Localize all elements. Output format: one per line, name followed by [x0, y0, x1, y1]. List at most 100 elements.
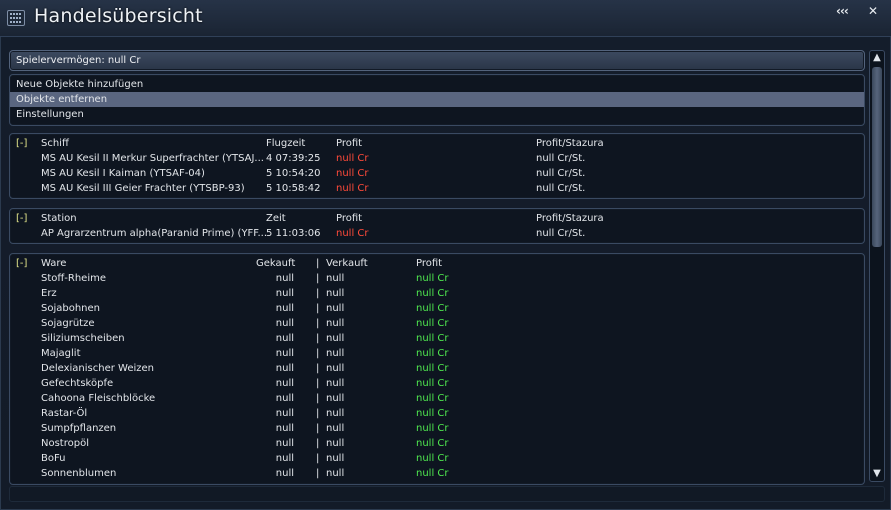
close-icon[interactable]: ✕	[868, 4, 878, 18]
table-row[interactable]: Erz null | null null Cr	[10, 286, 864, 301]
column-header-bought[interactable]: Gekauft	[256, 258, 295, 269]
table-row[interactable]: Stoff-Rheime null | null null Cr	[10, 271, 864, 286]
column-header-ship[interactable]: Schiff	[41, 138, 69, 149]
column-separator: |	[316, 423, 320, 434]
ship-flight-time: 5 10:58:42	[266, 183, 321, 194]
ware-sold: null	[326, 348, 345, 359]
stations-collapse-toggle[interactable]: [-]	[16, 213, 27, 224]
ware-profit: null Cr	[416, 273, 449, 284]
scroll-up-icon[interactable]: ▲	[870, 51, 884, 65]
table-row[interactable]: MS AU Kesil II Merkur Superfrachter (YTS…	[10, 151, 864, 166]
ship-profit-rate: null Cr/St.	[536, 183, 586, 194]
ware-bought: null	[275, 273, 294, 284]
footer-bar	[9, 486, 885, 502]
ware-profit: null Cr	[416, 438, 449, 449]
column-header-time[interactable]: Zeit	[266, 213, 286, 224]
ships-collapse-toggle[interactable]: [-]	[16, 138, 27, 149]
table-row[interactable]: Sojagrütze null | null null Cr	[10, 316, 864, 331]
ware-bought: null	[275, 453, 294, 464]
table-row[interactable]: MS AU Kesil III Geier Frachter (YTSBP-93…	[10, 181, 864, 196]
table-row[interactable]: Cahoona Fleischblöcke null | null null Cr	[10, 391, 864, 406]
menu-remove-objects[interactable]: Objekte entfernen	[10, 92, 864, 107]
ship-profit: null Cr	[336, 168, 369, 179]
ware-profit: null Cr	[416, 348, 449, 359]
column-separator: |	[316, 303, 320, 314]
ware-profit: null Cr	[416, 453, 449, 464]
ware-bought: null	[275, 318, 294, 329]
column-separator: |	[316, 468, 320, 479]
ware-bought: null	[275, 468, 294, 479]
table-row[interactable]: Delexianischer Weizen null | null null Cr	[10, 361, 864, 376]
ware-name: BoFu	[41, 453, 66, 464]
action-menu: Neue Objekte hinzufügen Objekte entferne…	[9, 74, 865, 126]
table-row[interactable]: Nostropöl null | null null Cr	[10, 436, 864, 451]
column-separator: |	[316, 363, 320, 374]
menu-add-objects[interactable]: Neue Objekte hinzufügen	[10, 77, 864, 92]
ware-sold: null	[326, 408, 345, 419]
column-header-profit[interactable]: Profit	[416, 258, 442, 269]
column-separator: |	[316, 258, 320, 269]
column-separator: |	[316, 288, 320, 299]
table-row[interactable]: BoFu null | null null Cr	[10, 451, 864, 466]
ware-name: Majaglit	[41, 348, 81, 359]
ware-name: Sojagrütze	[41, 318, 95, 329]
ware-name: Siliziumscheiben	[41, 333, 125, 344]
scroll-down-icon[interactable]: ▼	[870, 467, 884, 481]
ship-profit: null Cr	[336, 153, 369, 164]
vertical-scrollbar[interactable]: ▲ ▼	[869, 50, 885, 482]
ware-sold: null	[326, 273, 345, 284]
column-header-profit[interactable]: Profit	[336, 138, 362, 149]
column-separator: |	[316, 453, 320, 464]
ware-name: Rastar-Öl	[41, 408, 88, 419]
column-separator: |	[316, 318, 320, 329]
ware-bought: null	[275, 378, 294, 389]
stations-header-row: [-] Station Zeit Profit Profit/Stazura	[10, 211, 864, 226]
table-row[interactable]: Majaglit null | null null Cr	[10, 346, 864, 361]
column-header-station[interactable]: Station	[41, 213, 77, 224]
ware-profit: null Cr	[416, 333, 449, 344]
table-row[interactable]: Sojabohnen null | null null Cr	[10, 301, 864, 316]
ship-flight-time: 4 07:39:25	[266, 153, 321, 164]
column-header-flight-time[interactable]: Flugzeit	[266, 138, 305, 149]
grid-menu-icon[interactable]	[7, 10, 25, 26]
menu-settings[interactable]: Einstellungen	[10, 107, 864, 122]
ware-profit: null Cr	[416, 303, 449, 314]
column-header-profit[interactable]: Profit	[336, 213, 362, 224]
player-assets-bar: Spielervermögen: null Cr	[9, 50, 865, 71]
ware-bought: null	[275, 423, 294, 434]
ware-sold: null	[326, 438, 345, 449]
table-row[interactable]: AP Agrarzentrum alpha(Paranid Prime) (YF…	[10, 226, 864, 241]
goods-collapse-toggle[interactable]: [-]	[16, 258, 27, 269]
station-name: AP Agrarzentrum alpha(Paranid Prime) (YF…	[41, 228, 267, 239]
table-row[interactable]: Gefechtsköpfe null | null null Cr	[10, 376, 864, 391]
menu-item-label: Objekte entfernen	[16, 94, 108, 105]
table-row[interactable]: Sonnenblumen null | null null Cr	[10, 466, 864, 481]
ware-bought: null	[275, 393, 294, 404]
table-row[interactable]: Sumpfpflanzen null | null null Cr	[10, 421, 864, 436]
ware-sold: null	[326, 393, 345, 404]
column-header-sold[interactable]: Verkauft	[326, 258, 368, 269]
ware-bought: null	[275, 363, 294, 374]
ware-bought: null	[275, 288, 294, 299]
player-assets-label: Spielervermögen: null Cr	[16, 55, 141, 66]
ship-profit-rate: null Cr/St.	[536, 168, 586, 179]
column-header-ware[interactable]: Ware	[41, 258, 66, 269]
collapse-button[interactable]: ‹‹‹	[836, 4, 849, 18]
table-row[interactable]: MS AU Kesil I Kaiman (YTSAF-04) 5 10:54:…	[10, 166, 864, 181]
column-separator: |	[316, 348, 320, 359]
ships-section: [-] Schiff Flugzeit Profit Profit/Stazur…	[9, 133, 865, 199]
ware-sold: null	[326, 363, 345, 374]
ware-profit: null Cr	[416, 318, 449, 329]
table-row[interactable]: Rastar-Öl null | null null Cr	[10, 406, 864, 421]
ship-name: MS AU Kesil III Geier Frachter (YTSBP-93…	[41, 183, 245, 194]
scrollbar-thumb[interactable]	[872, 67, 882, 247]
window-title: Handelsübersicht	[34, 5, 203, 27]
ware-sold: null	[326, 288, 345, 299]
ship-profit: null Cr	[336, 183, 369, 194]
goods-header-row: [-] Ware Gekauft | Verkauft Profit	[10, 256, 864, 271]
ware-profit: null Cr	[416, 363, 449, 374]
column-separator: |	[316, 438, 320, 449]
column-header-profit-per-hour[interactable]: Profit/Stazura	[536, 213, 604, 224]
table-row[interactable]: Siliziumscheiben null | null null Cr	[10, 331, 864, 346]
column-header-profit-per-hour[interactable]: Profit/Stazura	[536, 138, 604, 149]
